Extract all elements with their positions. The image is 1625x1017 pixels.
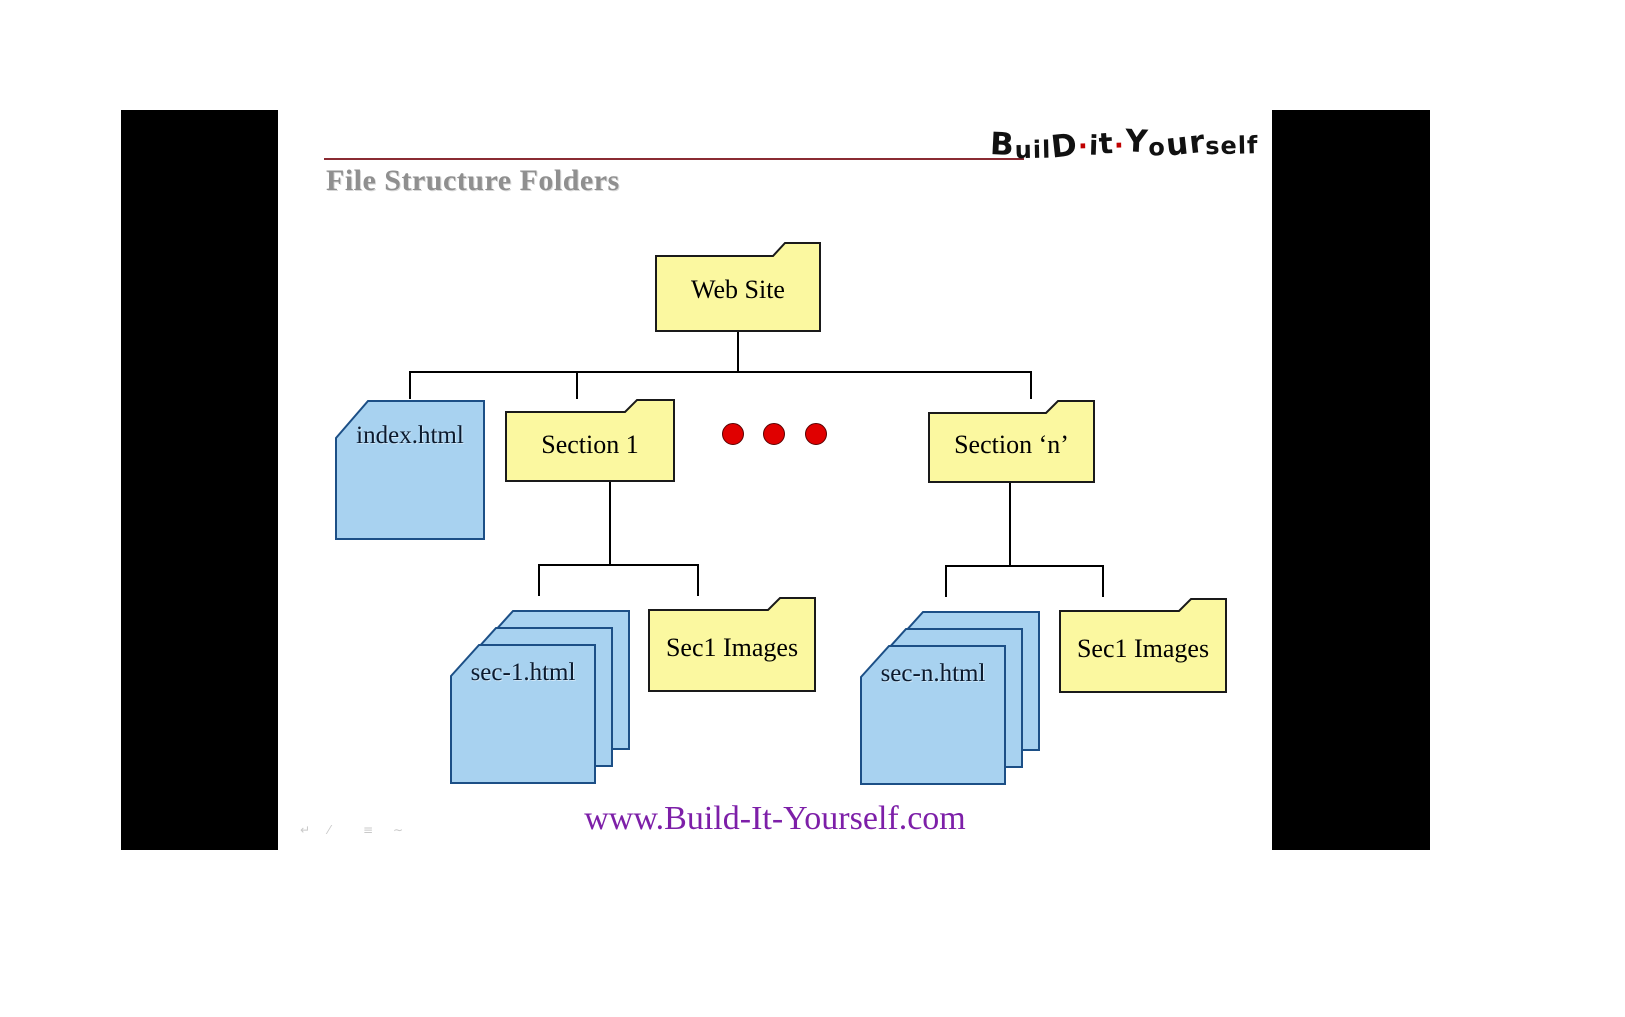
page-title: File Structure Folders [326, 164, 620, 197]
artifact-glyph-2: ⁄ [328, 823, 331, 837]
letterbox-bar-right [1272, 110, 1430, 850]
logo-dot-1: · [1077, 131, 1090, 162]
connector-drop-sec1images [697, 564, 699, 596]
document-index-html[interactable]: index.html [335, 398, 485, 540]
connector-drop-section1 [576, 371, 578, 399]
folder-label: Sec1 Images [665, 633, 799, 662]
connector-root-stem [737, 332, 739, 372]
slide-screenshot: File Structure Folders BuilD·it·Yourself… [0, 0, 1625, 1017]
connector-drop-sec1html [538, 564, 540, 596]
website-url-text: www.Build-It-Yourself.com [584, 800, 966, 837]
connector-section1-bus [538, 564, 698, 566]
folder-sec1-images-left[interactable]: Sec1 Images [648, 596, 816, 692]
folder-label: Web Site [691, 275, 785, 304]
logo-part-7: o [1148, 133, 1167, 162]
logo-part-3: D [1049, 126, 1080, 166]
folder-label: Section 1 [541, 430, 639, 459]
document-label: index.html [356, 422, 464, 449]
logo-part-6: Y [1124, 123, 1150, 161]
connector-sectionn-bus [945, 565, 1103, 567]
folder-section-n[interactable]: Section ‘n’ [928, 399, 1095, 483]
connector-section1-stem [609, 480, 611, 565]
artifact-glyph-4: ∼ [393, 823, 404, 837]
connector-level2-bus [409, 371, 1031, 373]
connector-drop-index [409, 371, 411, 399]
ellipsis-dot-1 [722, 423, 744, 445]
slide-canvas: File Structure Folders BuilD·it·Yourself… [278, 110, 1272, 850]
letterbox-bar-left [121, 110, 278, 850]
ellipsis-dot-3 [805, 423, 827, 445]
folder-sec1-images-right[interactable]: Sec1 Images [1059, 597, 1227, 693]
document-label: sec-n.html [880, 660, 986, 687]
connector-sectionn-stem [1009, 481, 1011, 566]
logo-part-1: B [989, 125, 1016, 164]
build-it-yourself-logo: BuilD·it·Yourself [989, 123, 1259, 166]
document-shape [335, 400, 485, 540]
artifact-glyph-3: ≡ [363, 823, 374, 837]
artifact-glyph-1: ↵ [300, 823, 311, 837]
connector-drop-secnimages [1102, 565, 1104, 597]
logo-part-2: uil [1014, 135, 1052, 165]
document-stack-sec-n-html[interactable]: sec-n.html [860, 597, 1046, 787]
document-stack-shape [860, 611, 1040, 785]
title-divider-rule [324, 158, 1024, 160]
folder-section-1[interactable]: Section 1 [505, 398, 675, 482]
logo-part-9: self [1204, 131, 1259, 161]
folder-web-site[interactable]: Web Site [655, 240, 821, 332]
logo-part-8: ur [1164, 123, 1208, 164]
document-stack-sec-1-html[interactable]: sec-1.html [450, 596, 636, 786]
connector-drop-secnhtml [945, 565, 947, 597]
ellipsis-dot-2 [763, 423, 785, 445]
folder-label: Section ‘n’ [954, 430, 1069, 459]
document-stack-shape [450, 610, 630, 784]
logo-part-5: t [1097, 125, 1116, 161]
document-label: sec-1.html [470, 659, 576, 686]
folder-label: Sec1 Images [1076, 634, 1210, 663]
connector-drop-sectionn [1030, 371, 1032, 399]
